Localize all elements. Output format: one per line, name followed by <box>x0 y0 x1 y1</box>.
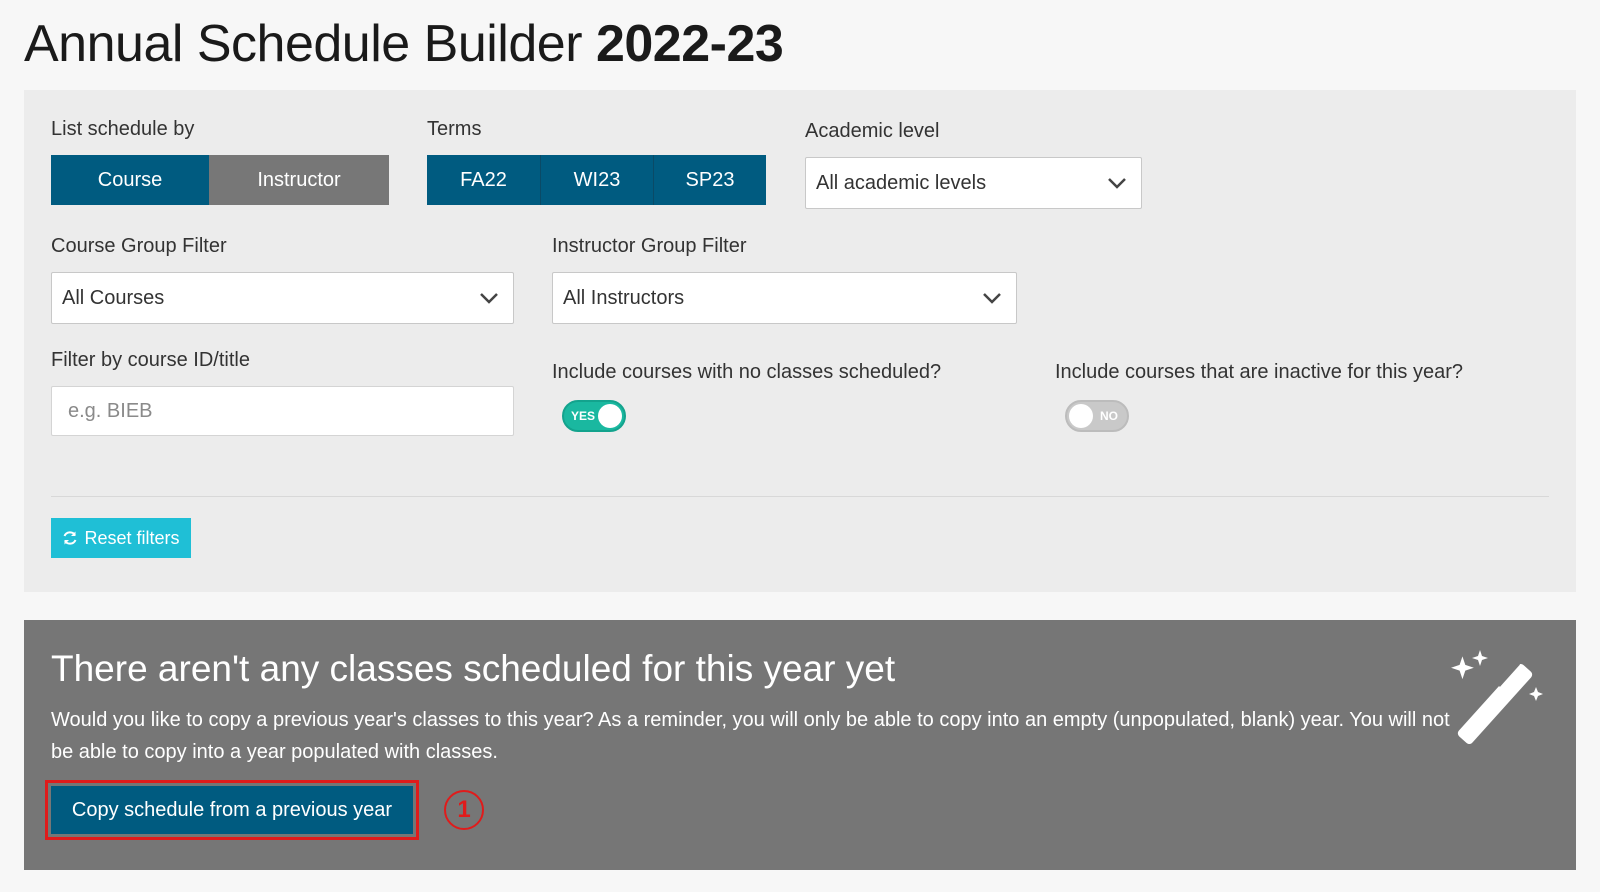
instructor-group-select[interactable]: All Instructors <box>552 272 1017 324</box>
page-title-text: Annual Schedule Builder <box>24 15 583 73</box>
chevron-down-icon <box>983 293 1001 304</box>
list-by-instructor-button[interactable]: Instructor <box>209 155 389 205</box>
chevron-down-icon <box>1108 178 1126 189</box>
term-fa22-button[interactable]: FA22 <box>427 155 540 205</box>
include-inactive-toggle[interactable]: NO <box>1065 400 1129 432</box>
notice-title: There aren't any classes scheduled for t… <box>51 648 896 689</box>
instructor-group-label: Instructor Group Filter <box>552 235 747 257</box>
filter-divider <box>51 496 1549 497</box>
toggle-state-label: YES <box>571 409 596 423</box>
list-by-course-button[interactable]: Course <box>51 155 209 205</box>
course-group-select[interactable]: All Courses <box>51 272 514 324</box>
page-title-year: 2022-23 <box>595 15 784 73</box>
list-by-toggle: Course Instructor <box>51 155 389 205</box>
toggle-knob <box>1069 404 1093 428</box>
academic-level-label: Academic level <box>805 120 940 142</box>
term-sp23-button[interactable]: SP23 <box>653 155 766 205</box>
course-group-label: Course Group Filter <box>51 235 227 257</box>
notice-body: Would you like to copy a previous year's… <box>51 709 1450 763</box>
toggle-state-label: NO <box>1100 409 1118 423</box>
include-no-classes-toggle[interactable]: YES <box>562 400 626 432</box>
terms-toggle: FA22 WI23 SP23 <box>427 155 766 205</box>
terms-label: Terms <box>427 118 482 140</box>
page-title: Annual Schedule Builder 2022-23 <box>24 14 784 74</box>
course-id-label: Filter by course ID/title <box>51 349 250 371</box>
chevron-down-icon <box>480 293 498 304</box>
academic-level-select[interactable]: All academic levels <box>805 157 1142 209</box>
term-wi23-button[interactable]: WI23 <box>540 155 653 205</box>
academic-level-value: All academic levels <box>816 171 987 194</box>
list-by-label: List schedule by <box>51 118 195 140</box>
magic-wand-icon <box>1451 650 1543 744</box>
instructor-group-value: All Instructors <box>563 286 685 309</box>
refresh-icon <box>64 531 77 545</box>
reset-filters-button[interactable]: Reset filters <box>51 518 191 558</box>
reset-filters-label: Reset filters <box>84 527 180 548</box>
filter-panel: List schedule by Course Instructor Terms… <box>24 90 1576 592</box>
course-id-input[interactable] <box>51 386 514 436</box>
empty-schedule-notice: There aren't any classes scheduled for t… <box>24 620 1576 870</box>
copy-button-highlight: Copy schedule from a previous year <box>45 780 419 840</box>
include-inactive-label: Include courses that are inactive for th… <box>1055 361 1463 383</box>
copy-schedule-button[interactable]: Copy schedule from a previous year <box>51 786 413 834</box>
step-marker: 1 <box>444 790 484 830</box>
include-no-classes-label: Include courses with no classes schedule… <box>552 361 942 383</box>
course-group-value: All Courses <box>62 286 165 309</box>
toggle-knob <box>598 404 622 428</box>
